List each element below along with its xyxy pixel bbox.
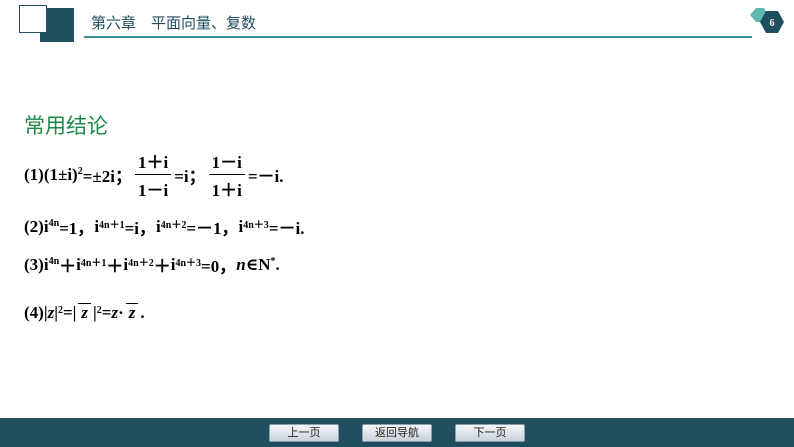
formula-4-exp-2: 2 xyxy=(96,304,102,316)
header-divider xyxy=(84,36,752,38)
back-to-nav-button[interactable]: 返回导航 xyxy=(362,424,432,442)
fraction-2-numerator: 1－i xyxy=(208,148,245,175)
formula-3-plus-1: ＋ xyxy=(59,257,77,276)
formula-3-variable-n: n xyxy=(236,254,246,274)
formula-4-z-2: z xyxy=(111,303,119,322)
formula-4-z-conjugate-2: z xyxy=(125,303,139,323)
fraction-1-numerator: 1＋i xyxy=(134,148,172,175)
formula-1-result-2: =－i. xyxy=(247,167,284,186)
formula-3-end: . xyxy=(275,254,280,274)
formula-4-end: . xyxy=(140,303,145,322)
formula-4-z-conjugate: z xyxy=(78,303,92,323)
formula-2-exp-1: 4n xyxy=(48,218,60,229)
formula-4-equals-2: = xyxy=(101,303,112,322)
formula-4: (4) | z | 2 =| z | 2 = z · z . xyxy=(24,303,145,323)
formula-2-exp-4: 4n＋3 xyxy=(243,220,269,231)
chapter-title: 第六章 平面向量、复数 xyxy=(91,14,257,32)
formula-1-label: (1) xyxy=(24,164,44,184)
formula-4-exp-1: 2 xyxy=(57,304,63,316)
formula-3-equals: =0， xyxy=(201,257,237,276)
formula-1-lhs: (1±i) xyxy=(43,164,78,184)
formula-1-result-1: =i； xyxy=(174,167,206,186)
formula-1-fraction-1: 1＋i 1－i xyxy=(134,148,172,201)
page-number: 6 xyxy=(770,18,775,29)
formula-1-fraction-2: 1－i 1＋i xyxy=(208,148,245,201)
formula-2-value-1: =1， xyxy=(59,219,95,238)
formula-2-value-2: =i， xyxy=(124,219,157,238)
formula-2-value-3: =－1， xyxy=(186,219,239,238)
formula-3-plus-3: ＋ xyxy=(153,257,171,276)
formula-1-rhs: =±2i； xyxy=(82,167,132,186)
formula-2: (2) i 4n =1， i 4n＋1 =i， i 4n＋2 =－1， i 4n＋3 =… xyxy=(24,214,304,239)
formula-4-z: z xyxy=(47,303,55,322)
formula-3: (3) i 4n ＋ i 4n＋1 ＋ i 4n＋2 ＋ i 4n＋3 =0， n ∈N… xyxy=(24,252,280,277)
page-number-badge: 6 xyxy=(750,8,784,33)
formula-3-exp-3: 4n＋2 xyxy=(128,258,154,269)
formula-2-label: (2) xyxy=(24,216,44,236)
prev-page-button[interactable]: 上一页 xyxy=(269,424,339,442)
formula-3-star: * xyxy=(270,256,276,267)
formula-3-set: ∈N xyxy=(245,254,271,274)
next-page-button[interactable]: 下一页 xyxy=(455,424,525,442)
formula-2-value-4: =－i. xyxy=(268,219,305,238)
formula-2-exp-2: 4n＋1 xyxy=(99,220,125,231)
formula-3-exp-1: 4n xyxy=(48,256,60,267)
fraction-2-denominator: 1＋i xyxy=(211,181,242,200)
formula-4-label: (4) xyxy=(24,303,44,322)
formula-3-exp-2: 4n＋1 xyxy=(80,258,107,269)
formula-3-exp-4: 4n＋3 xyxy=(175,258,202,269)
formula-4-dot: · xyxy=(118,303,124,322)
formula-4-equals-1: =| xyxy=(62,303,77,322)
formula-3-label: (3) xyxy=(24,254,44,274)
formula-1-exponent: 2 xyxy=(77,166,83,177)
section-heading: 常用结论 xyxy=(24,114,108,138)
formula-1: (1) (1±i) 2 =±2i； 1＋i 1－i =i； 1－i 1＋i =－… xyxy=(24,148,284,201)
fraction-1-denominator: 1－i xyxy=(137,181,169,200)
formula-2-exp-3: 4n＋2 xyxy=(160,220,187,231)
header-logo-outline xyxy=(19,5,47,33)
formula-3-plus-2: ＋ xyxy=(106,257,124,276)
